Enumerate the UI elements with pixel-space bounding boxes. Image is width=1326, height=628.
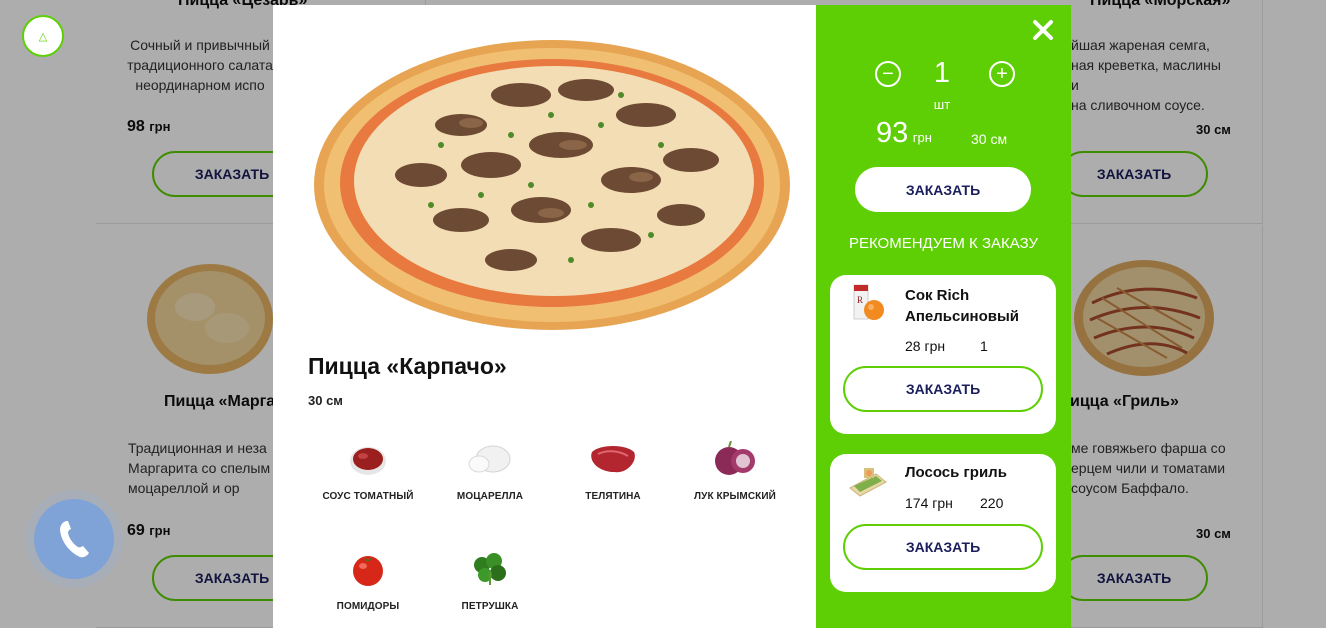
quantity-value: 1	[933, 57, 951, 89]
quantity-unit: шт	[933, 97, 951, 112]
recommendation-name: Лосось гриль	[905, 464, 1007, 481]
product-size: 30 см	[308, 393, 343, 408]
recommendation-price: 28 грн	[905, 338, 946, 354]
recommendation-quantity: 220	[980, 495, 1004, 511]
recommendation-name: Сок Rich Апельсиновый	[905, 287, 1020, 325]
recommendation-order-button[interactable]: ЗАКАЗАТЬ	[843, 366, 1043, 412]
ingredient-item: ПЕТРУШКА	[425, 543, 555, 612]
recommendation-price: 174 грн	[905, 495, 953, 511]
ingredient-label: ТЕЛЯТИНА	[585, 491, 641, 502]
recommendation-card: R Сок Rich Апельсиновый 28 грн 1 ЗАКАЗАТ…	[830, 275, 1056, 434]
scroll-up-button[interactable]: △	[22, 15, 64, 57]
ingredient-label: МОЦАРЕЛЛА	[456, 491, 524, 502]
phone-icon	[60, 521, 89, 558]
mozzarella-icon	[468, 445, 511, 473]
close-icon	[1033, 20, 1053, 40]
tomato-icon	[353, 556, 383, 586]
product-title: Пицца «Карпачо»	[308, 353, 507, 379]
ingredient-label: ЛУК КРЫМСКИЙ	[694, 491, 776, 502]
ingredient-item: СОУС ТОМАТНЫЙ	[303, 433, 433, 502]
callback-phone-button[interactable]	[34, 499, 114, 579]
total-price: 93 грн	[876, 117, 932, 149]
ingredient-label: СОУС ТОМАТНЫЙ	[322, 491, 414, 502]
sauce-bowl-icon	[350, 447, 386, 475]
juice-carton-icon: R	[853, 284, 884, 320]
ingredient-label: ПЕТРУШКА	[461, 601, 519, 612]
recommendation-order-button[interactable]: ЗАКАЗАТЬ	[843, 524, 1043, 570]
ingredient-item: ПОМИДОРЫ	[303, 543, 433, 612]
red-onion-icon	[715, 441, 755, 475]
recommendations-heading: РЕКОМЕНДУЕМ К ЗАКАЗУ	[848, 235, 1039, 252]
minus-icon: −	[882, 63, 894, 85]
quantity-decrease-button[interactable]: −	[875, 61, 901, 87]
ingredient-label: ПОМИДОРЫ	[336, 601, 400, 612]
veal-icon	[591, 446, 635, 473]
product-modal: Пицца «Карпачо» 30 см СОУС ТОМАТНЫЙ МОЦА…	[273, 5, 1071, 628]
close-modal-button[interactable]	[1030, 17, 1056, 43]
pizza-size: 30 см	[971, 131, 1008, 147]
plus-icon: +	[996, 63, 1008, 85]
product-details: Пицца «Карпачо» 30 см СОУС ТОМАТНЫЙ МОЦА…	[273, 5, 816, 628]
parsley-icon	[474, 553, 506, 585]
triangle-up-icon: △	[38, 30, 48, 43]
ingredient-item: ТЕЛЯТИНА	[548, 433, 678, 502]
quantity-increase-button[interactable]: +	[989, 61, 1015, 87]
recommendation-quantity: 1	[980, 338, 988, 354]
pizza-karpacho-image	[314, 40, 790, 330]
order-panel: − 1 + шт 93 грн 30 см ЗАКАЗАТЬ РЕКОМЕНДУ…	[816, 5, 1071, 628]
order-button[interactable]: ЗАКАЗАТЬ	[855, 167, 1031, 212]
salmon-roll-icon	[849, 468, 887, 497]
svg-text:R: R	[857, 295, 863, 305]
recommendation-card: Лосось гриль 174 грн 220 ЗАКАЗАТЬ	[830, 454, 1056, 592]
ingredient-item: МОЦАРЕЛЛА	[425, 433, 555, 502]
ingredient-item: ЛУК КРЫМСКИЙ	[670, 433, 800, 502]
